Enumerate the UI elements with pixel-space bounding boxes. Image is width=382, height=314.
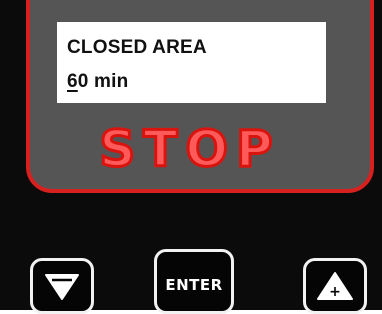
down-button[interactable] xyxy=(30,258,94,314)
lcd-line-1: CLOSED AREA xyxy=(67,37,207,58)
up-button[interactable]: + xyxy=(303,258,367,314)
stop-status-label: STOP xyxy=(98,119,281,180)
lcd-line-2-rest: 0 min xyxy=(77,71,129,92)
enter-button-label: ENTER xyxy=(165,275,223,294)
triangle-down-icon xyxy=(45,274,79,300)
triangle-up-plus-icon: + xyxy=(317,272,353,300)
up-button-plus-symbol: + xyxy=(329,284,341,300)
lcd-screen: CLOSED AREA 60 min xyxy=(57,22,326,103)
lcd-line-2: 60 min xyxy=(67,71,128,93)
enter-button[interactable]: ENTER xyxy=(154,249,234,314)
lcd-cursor-digit: 6 xyxy=(67,71,78,92)
device-body: CLOSED AREA 60 min STOP ENTER + xyxy=(0,0,382,314)
